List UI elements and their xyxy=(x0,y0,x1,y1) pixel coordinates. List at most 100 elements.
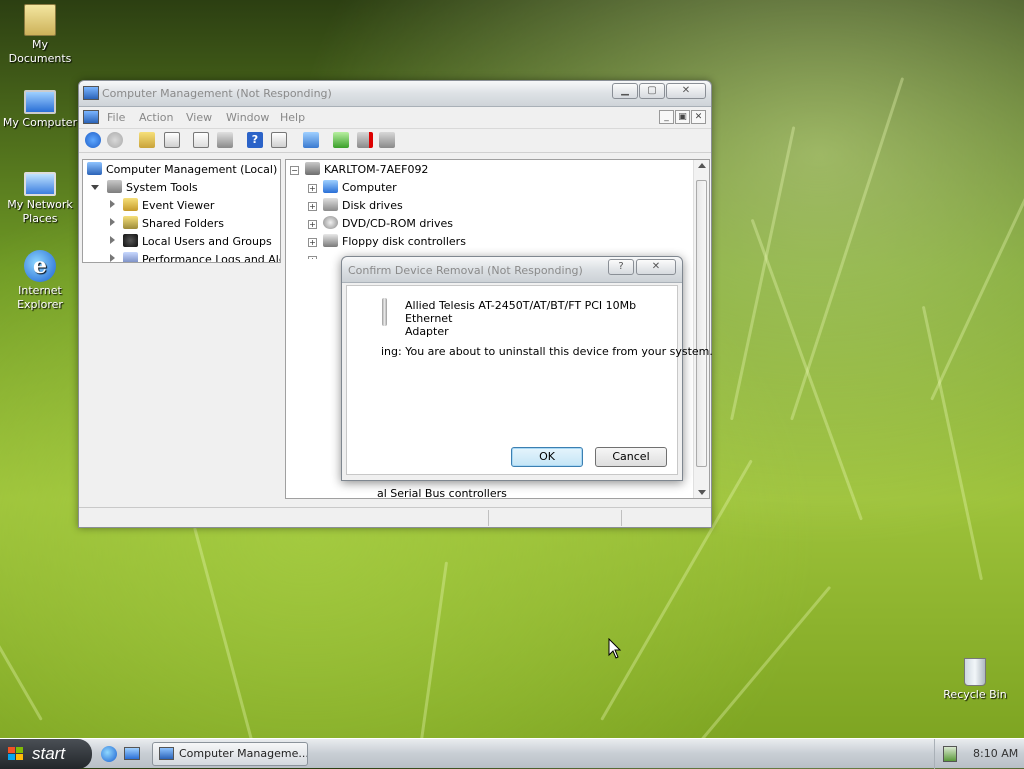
status-bar xyxy=(79,507,711,527)
expand-box-icon[interactable]: + xyxy=(308,220,317,229)
menu-bar: File Action View Window Help _ ▣ ✕ xyxy=(79,107,711,129)
expand-box-icon[interactable]: + xyxy=(308,238,317,247)
mdi-restore-button[interactable]: ▣ xyxy=(675,110,690,124)
tree-item-usb-controllers[interactable]: al Serial Bus controllers xyxy=(377,485,507,498)
tree-item-local-users-and-groups[interactable]: Local Users and Groups xyxy=(110,233,272,251)
tree-item-system-tools[interactable]: System Tools xyxy=(91,179,198,197)
up-folder-icon[interactable] xyxy=(139,132,155,148)
computer-icon xyxy=(305,162,320,175)
desktop-icon-recycle-bin[interactable]: Recycle Bin xyxy=(935,658,1015,702)
disk-drive-icon xyxy=(323,198,338,211)
desktop-icon-label: My Computer xyxy=(2,116,78,129)
scan-hardware-icon[interactable] xyxy=(303,132,319,148)
tree-item-label: Local Users and Groups xyxy=(142,235,272,248)
menu-help[interactable]: Help xyxy=(280,111,305,124)
expand-arrow-icon[interactable] xyxy=(110,236,115,244)
back-icon[interactable] xyxy=(85,132,101,148)
print-icon[interactable] xyxy=(217,132,233,148)
window-titlebar[interactable]: Computer Management (Not Responding) ▁ ▢… xyxy=(79,81,711,107)
desktop-icon-my-computer[interactable]: My Computer xyxy=(0,86,80,130)
tree-item-computer-management[interactable]: Computer Management (Local) xyxy=(87,161,277,179)
tree-item-label: System Tools xyxy=(126,181,198,194)
shared-folder-icon xyxy=(123,216,138,229)
expand-box-icon[interactable]: + xyxy=(308,184,317,193)
expand-arrow-icon[interactable] xyxy=(110,218,115,226)
taskbar: start Computer Manageme... 8:10 AM xyxy=(0,738,1024,769)
collapse-box-icon[interactable]: − xyxy=(290,166,299,175)
dialog-help-button[interactable]: ? xyxy=(608,259,634,275)
tree-item-computer-root[interactable]: − KARLTOM-7AEF092 xyxy=(290,161,428,179)
device-name-line: Adapter xyxy=(405,325,449,338)
vertical-scrollbar[interactable] xyxy=(693,160,709,498)
menu-window[interactable]: Window xyxy=(226,111,269,124)
tree-item-label: Shared Folders xyxy=(142,217,224,230)
clock[interactable]: 8:10 AM xyxy=(973,747,1018,760)
uninstall-icon[interactable] xyxy=(357,132,373,148)
scroll-down-icon[interactable] xyxy=(698,490,706,495)
maximize-button[interactable]: ▢ xyxy=(639,83,665,99)
properties-icon[interactable] xyxy=(193,132,209,148)
menu-file[interactable]: File xyxy=(107,111,125,124)
tree-item-shared-folders[interactable]: Shared Folders xyxy=(110,215,224,233)
dialog-title: Confirm Device Removal (Not Responding) xyxy=(348,264,583,277)
expand-arrow-icon[interactable] xyxy=(110,254,115,262)
close-button[interactable]: ✕ xyxy=(666,83,706,99)
floppy-controller-icon xyxy=(323,234,338,247)
expand-box-icon[interactable]: + xyxy=(308,256,317,259)
dialog-titlebar[interactable]: Confirm Device Removal (Not Responding) … xyxy=(342,257,682,283)
mdi-minimize-button[interactable]: _ xyxy=(659,110,674,124)
collapse-arrow-icon[interactable] xyxy=(91,185,99,190)
expand-box-icon[interactable]: + xyxy=(308,202,317,211)
desktop-icon-my-documents[interactable]: My Documents xyxy=(0,4,80,66)
internet-explorer-icon: e xyxy=(24,250,56,282)
quicklaunch-desktop-icon[interactable] xyxy=(124,747,140,760)
tree-item-disk-drives[interactable]: + Disk drives xyxy=(308,197,403,215)
menu-view[interactable]: View xyxy=(186,111,212,124)
help-icon[interactable]: ? xyxy=(247,132,263,148)
desktop-icon-label: My Network Places xyxy=(7,198,73,225)
taskbar-button-computer-management[interactable]: Computer Manageme... xyxy=(152,742,308,766)
tree-item-label: Performance Logs and Alert xyxy=(142,253,281,263)
minimize-button[interactable]: ▁ xyxy=(612,83,638,99)
taskbar-button-label: Computer Manageme... xyxy=(179,747,308,760)
computer-management-icon xyxy=(159,747,174,760)
tree-item-computer[interactable]: + Computer xyxy=(308,179,397,197)
tree-item-partial[interactable]: + xyxy=(308,251,323,259)
performance-icon xyxy=(123,252,138,262)
desktop-icon-internet-explorer[interactable]: e Internet Explorer xyxy=(0,250,80,312)
warning-text: ing: You are about to uninstall this dev… xyxy=(381,345,713,358)
mdi-close-button[interactable]: ✕ xyxy=(691,110,706,124)
update-driver-icon[interactable] xyxy=(333,132,349,148)
show-action-pane-icon[interactable] xyxy=(271,132,287,148)
forward-icon[interactable] xyxy=(107,132,123,148)
cancel-button[interactable]: Cancel xyxy=(595,447,667,467)
confirm-device-removal-dialog: Confirm Device Removal (Not Responding) … xyxy=(341,256,713,481)
device-name: Allied Telesis AT-2450T/AT/BT/FT PCI 10M… xyxy=(405,299,677,338)
tree-item-label: KARLTOM-7AEF092 xyxy=(324,163,429,176)
disable-device-icon[interactable] xyxy=(379,132,395,148)
ok-button[interactable]: OK xyxy=(511,447,583,467)
show-hide-tree-icon[interactable] xyxy=(164,132,180,148)
start-button[interactable]: start xyxy=(0,739,92,769)
console-tree-panel: Computer Management (Local) System Tools… xyxy=(82,159,281,263)
scroll-thumb[interactable] xyxy=(696,180,707,467)
security-tray-icon[interactable] xyxy=(943,746,957,762)
tree-item-label: DVD/CD-ROM drives xyxy=(342,217,453,230)
tree-item-performance-logs[interactable]: Performance Logs and Alert xyxy=(110,251,281,263)
expand-arrow-icon[interactable] xyxy=(110,200,115,208)
tree-item-event-viewer[interactable]: Event Viewer xyxy=(110,197,214,215)
tree-item-dvd-cdrom[interactable]: + DVD/CD-ROM drives xyxy=(308,215,453,233)
tree-item-floppy-controllers[interactable]: + Floppy disk controllers xyxy=(308,233,466,251)
dialog-close-button[interactable]: ✕ xyxy=(636,259,676,275)
quicklaunch-ie-icon[interactable] xyxy=(101,746,117,762)
mmc-icon[interactable] xyxy=(83,110,99,124)
computer-management-icon xyxy=(83,86,99,100)
desktop-icon-label: Internet Explorer xyxy=(17,284,63,311)
scroll-up-icon[interactable] xyxy=(698,163,706,168)
tools-icon xyxy=(107,180,122,193)
desktop-icon-label: My Documents xyxy=(8,38,72,65)
cd-drive-icon xyxy=(323,216,338,229)
menu-action[interactable]: Action xyxy=(139,111,173,124)
folder-icon xyxy=(24,4,56,36)
desktop-icon-my-network-places[interactable]: My Network Places xyxy=(0,168,80,226)
